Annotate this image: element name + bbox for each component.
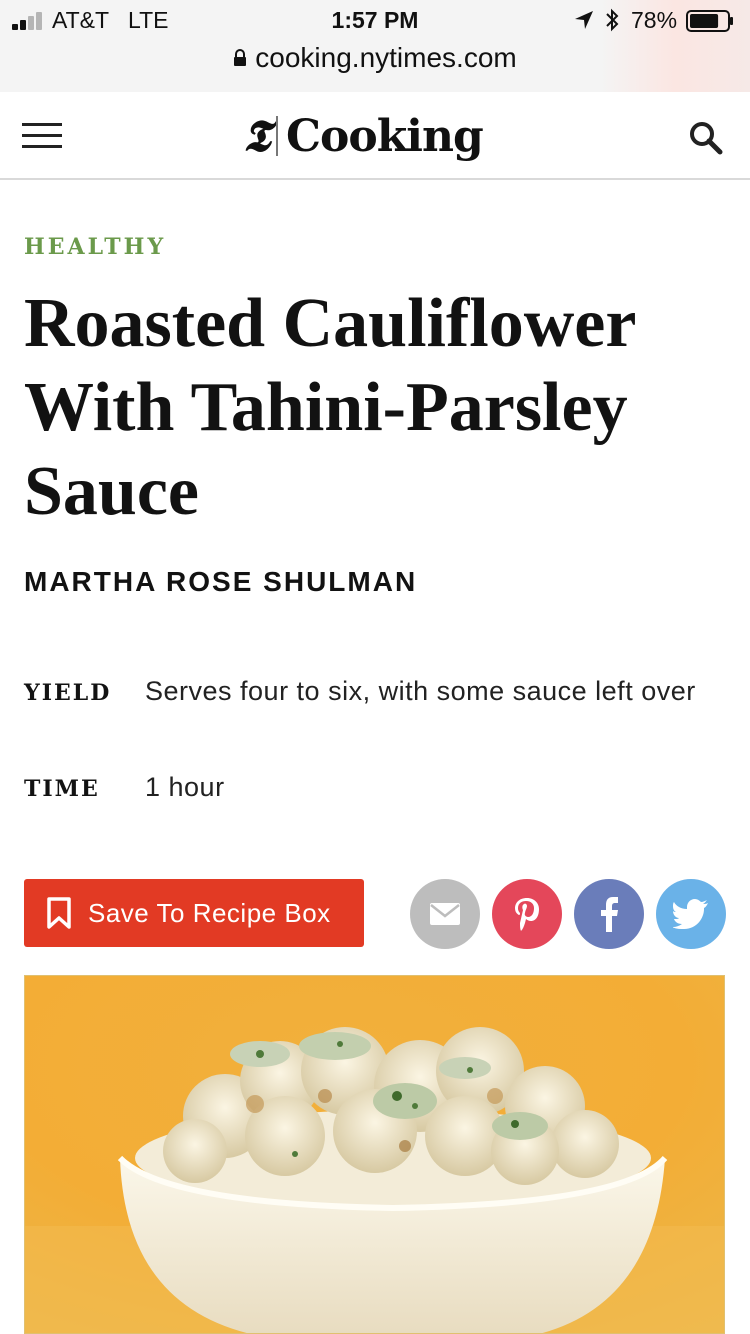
save-to-recipe-box-button[interactable]: Save To Recipe Box	[24, 879, 364, 947]
lock-icon	[234, 49, 247, 66]
battery-percent: 78%	[631, 7, 678, 33]
twitter-icon	[673, 899, 708, 929]
share-facebook-button[interactable]	[574, 879, 644, 949]
yield-value: Serves four to six, with some sauce left…	[145, 676, 696, 706]
yield-label: YIELD	[24, 680, 112, 706]
share-email-button[interactable]	[410, 879, 480, 949]
pinterest-icon	[515, 898, 539, 931]
recipe-author[interactable]: MARTHA ROSE SHULMAN	[24, 566, 417, 598]
battery-icon	[686, 10, 733, 32]
share-twitter-button[interactable]	[656, 879, 726, 949]
address-bar[interactable]: cooking.nytimes.com	[0, 42, 750, 82]
bluetooth-icon	[606, 8, 619, 32]
save-button-label: Save To Recipe Box	[88, 897, 331, 928]
time-label: TIME	[24, 776, 100, 802]
facebook-icon	[601, 897, 618, 932]
share-pinterest-button[interactable]	[492, 879, 562, 949]
email-icon	[430, 903, 460, 925]
cooking-logo[interactable]: 𝕿 Cooking	[243, 106, 484, 166]
search-icon[interactable]	[688, 120, 724, 156]
bookmark-icon	[47, 897, 71, 929]
recipe-hero-image	[24, 975, 725, 1334]
recipe-title: Roasted Cauliflower With Tahini-Parsley …	[24, 285, 636, 530]
logo-divider	[276, 116, 279, 156]
site-header: 𝕿 Cooking	[0, 92, 750, 180]
status-bar: AT&T LTE 1:57 PM 78%	[0, 0, 750, 42]
time-value: 1 hour	[145, 772, 225, 802]
url-text: cooking.nytimes.com	[255, 42, 517, 73]
brand-name: Cooking	[286, 110, 484, 162]
ios-top-chrome: AT&T LTE 1:57 PM 78% cooking.nytimes.com	[0, 0, 750, 92]
recipe-category[interactable]: HEALTHY	[24, 234, 166, 260]
nyt-t-logo: 𝕿	[243, 110, 271, 162]
hamburger-menu-icon[interactable]	[20, 119, 64, 153]
location-arrow-icon	[575, 11, 593, 29]
